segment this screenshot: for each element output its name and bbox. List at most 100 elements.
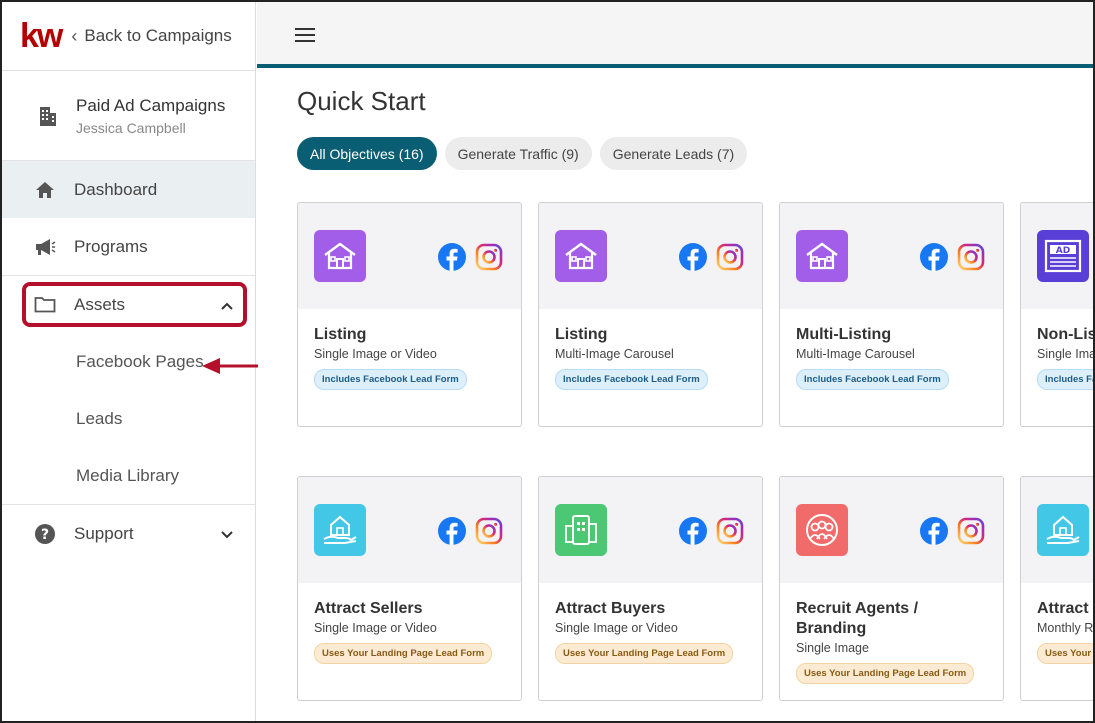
- campaign-card[interactable]: Listing Single Image or Video Includes Fac…: [297, 202, 522, 427]
- card-format: Multi-Image Carousel: [796, 347, 915, 361]
- chevron-left-icon: ‹: [71, 25, 78, 46]
- card-header: [780, 477, 1003, 583]
- lead-form-badge: Uses Your Landing Page Lead Form: [796, 663, 975, 684]
- page-title: Quick Start: [297, 86, 426, 116]
- back-to-campaigns-link[interactable]: ‹ Back to Campaigns: [71, 26, 231, 47]
- lead-form-badge: Includes Fac: [1037, 369, 1093, 390]
- facebook-icon: [920, 517, 948, 545]
- app-frame: kw ‹ Back to Campaigns Paid Ad Campaigns…: [0, 0, 1095, 723]
- lead-form-badge: Uses Your Landing Page Lead Form: [314, 643, 493, 664]
- group-icon: [796, 504, 848, 556]
- sidebar-item-dashboard[interactable]: Dashboard: [2, 161, 255, 218]
- card-format: Single Image: [796, 641, 869, 655]
- card-title: Attract: [1037, 600, 1089, 617]
- chevron-down-icon[interactable]: [221, 526, 233, 542]
- lead-form-badge: Includes Facebook Lead Form: [796, 369, 949, 390]
- house-icon: [314, 230, 366, 282]
- help-icon: ?: [34, 523, 56, 545]
- facebook-icon: [438, 517, 466, 545]
- campaign-card[interactable]: Listing Multi-Image Carousel Includes Face…: [538, 202, 763, 427]
- facebook-icon: [679, 517, 707, 545]
- card-body: Listing Multi-Image Carousel Includes Face…: [539, 309, 762, 406]
- card-header: [298, 203, 521, 309]
- card-title: Multi-Listing: [796, 326, 892, 343]
- kw-logo: kw: [20, 17, 63, 55]
- building-icon: [40, 106, 56, 126]
- card-header: AD: [1021, 203, 1093, 309]
- phone-building-icon: [555, 504, 607, 556]
- instagram-icon: [475, 243, 503, 271]
- sidebar-item-media-library[interactable]: Media Library: [2, 447, 255, 504]
- card-body: Listing Single Image or Video Includes Fac…: [298, 309, 521, 406]
- sidebar-label-support: Support: [74, 523, 134, 543]
- hand-house-icon: [314, 504, 366, 556]
- campaign-card[interactable]: Attract Buyers Single Image or Video Uses …: [538, 476, 763, 701]
- home-icon: [34, 179, 56, 201]
- card-format: Single Image or Video: [314, 347, 437, 361]
- campaign-card[interactable]: Attract Monthly Re Uses Your: [1020, 476, 1095, 701]
- card-header: [539, 203, 762, 309]
- account-switcher[interactable]: Paid Ad Campaigns Jessica Campbell: [2, 71, 255, 161]
- card-header: [1021, 477, 1093, 583]
- card-format: Monthly Re: [1037, 621, 1095, 635]
- card-title: Listing: [314, 326, 367, 343]
- sidebar-label-dashboard: Dashboard: [74, 179, 158, 199]
- annotation-arrow-icon: [202, 358, 258, 374]
- card-format: Multi-Image Carousel: [555, 347, 674, 361]
- card-title: Listing: [555, 326, 608, 343]
- filter-all-objectives[interactable]: All Objectives (16): [297, 137, 437, 170]
- card-title: Non-Lis: [1037, 326, 1095, 343]
- card-header: [539, 477, 762, 583]
- card-body: Attract Monthly Re Uses Your: [1021, 583, 1095, 680]
- card-body: Recruit Agents / Branding Single Image Use…: [780, 583, 1003, 700]
- sidebar-item-programs[interactable]: Programs: [2, 218, 255, 275]
- card-format: Single Image or Video: [555, 621, 678, 635]
- campaign-card[interactable]: Multi-Listing Multi-Image Carousel Include…: [779, 202, 1004, 427]
- sidebar-item-assets[interactable]: Assets: [2, 276, 255, 333]
- card-header: [780, 203, 1003, 309]
- instagram-icon: [716, 517, 744, 545]
- hand-house-icon: [1037, 504, 1089, 556]
- campaign-card[interactable]: Attract Sellers Single Image or Video Uses…: [297, 476, 522, 701]
- main-content: Quick Start All Objectives (16) Generate…: [257, 72, 1095, 721]
- house-icon: [555, 230, 607, 282]
- instagram-icon: [957, 243, 985, 271]
- card-body: Attract Buyers Single Image or Video Uses …: [539, 583, 762, 680]
- instagram-icon: [957, 517, 985, 545]
- card-format: Single Ima: [1037, 347, 1095, 361]
- back-label: Back to Campaigns: [84, 26, 232, 45]
- card-body: Non-Lis Single Ima Includes Fac: [1021, 309, 1095, 406]
- campaign-card[interactable]: Recruit Agents / Branding Single Image Use…: [779, 476, 1004, 701]
- card-body: Multi-Listing Multi-Image Carousel Include…: [780, 309, 1003, 406]
- top-bar: [257, 2, 1093, 68]
- campaign-card[interactable]: AD Non-Lis Single Ima Includes Fac: [1020, 202, 1095, 427]
- account-title: Paid Ad Campaigns: [76, 95, 226, 115]
- facebook-icon: [920, 243, 948, 271]
- megaphone-icon: [34, 236, 56, 258]
- card-title: Attract Buyers: [555, 600, 666, 617]
- ad-icon: AD: [1037, 230, 1089, 282]
- card-title: Attract Sellers: [314, 600, 423, 617]
- facebook-icon: [438, 243, 466, 271]
- account-user: Jessica Campbell: [76, 119, 186, 136]
- card-format: Single Image or Video: [314, 621, 437, 635]
- sidebar-item-leads[interactable]: Leads: [2, 390, 255, 447]
- menu-icon[interactable]: [295, 28, 315, 42]
- card-header: [298, 477, 521, 583]
- instagram-icon: [475, 517, 503, 545]
- objective-filters: All Objectives (16) Generate Traffic (9)…: [297, 137, 748, 170]
- facebook-icon: [679, 243, 707, 271]
- instagram-icon: [716, 243, 744, 271]
- lead-form-badge: Uses Your Landing Page Lead Form: [555, 643, 734, 664]
- chevron-up-icon[interactable]: [221, 297, 233, 313]
- highlight-box: [22, 282, 247, 327]
- lead-form-badge: Includes Facebook Lead Form: [555, 369, 708, 390]
- sidebar-item-support[interactable]: ? Support: [2, 505, 255, 562]
- svg-text:?: ?: [41, 527, 49, 543]
- card-title: Recruit Agents / Branding: [796, 600, 919, 637]
- filter-generate-leads[interactable]: Generate Leads (7): [599, 137, 748, 170]
- card-body: Attract Sellers Single Image or Video Uses…: [298, 583, 521, 680]
- svg-text:AD: AD: [1056, 246, 1070, 256]
- lead-form-badge: Includes Facebook Lead Form: [314, 369, 467, 390]
- filter-generate-traffic[interactable]: Generate Traffic (9): [444, 137, 592, 170]
